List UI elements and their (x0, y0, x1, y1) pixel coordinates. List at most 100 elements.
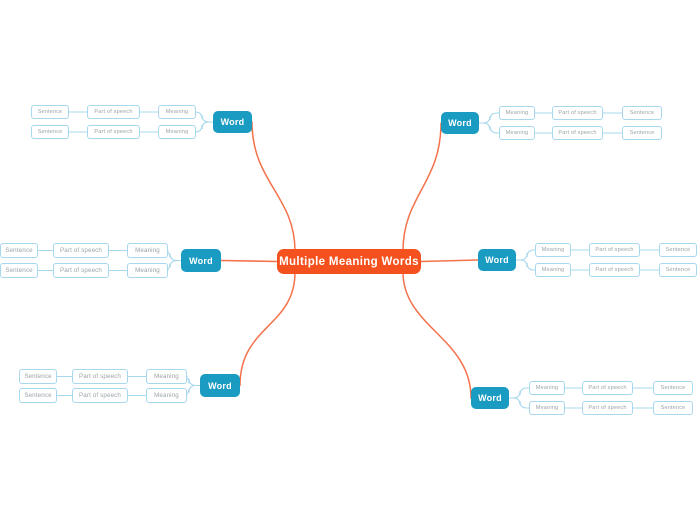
word-node-bottom-right[interactable]: Word (471, 387, 509, 409)
center-topic-node[interactable]: Multiple Meaning Words (277, 249, 421, 274)
leaf-node-meaning-label: Meaning (154, 373, 179, 380)
connector (478, 112, 500, 124)
leaf-node-meaning-label: Meaning (135, 247, 160, 254)
leaf-node-sentence[interactable]: Sentence (0, 243, 38, 258)
leaf-node-sentence-label: Sentence (5, 247, 33, 254)
leaf-node-sentence-label: Sentence (629, 130, 655, 136)
connector (402, 271, 472, 399)
connector (515, 259, 536, 271)
center-topic-node-label: Multiple Meaning Words (279, 255, 419, 268)
leaf-node-sentence[interactable]: Sentence (653, 401, 693, 415)
leaf-node-part-of-speech[interactable]: Part of speech (87, 125, 140, 139)
leaf-node-meaning[interactable]: Meaning (499, 106, 535, 120)
leaf-node-sentence[interactable]: Sentence (19, 369, 57, 384)
leaf-node-meaning-label: Meaning (541, 267, 565, 273)
word-node-bottom-right-label: Word (478, 393, 502, 403)
leaf-node-sentence[interactable]: Sentence (622, 126, 662, 140)
leaf-node-part-of-speech[interactable]: Part of speech (582, 381, 633, 395)
leaf-node-meaning[interactable]: Meaning (529, 401, 565, 415)
leaf-node-part-of-speech[interactable]: Part of speech (53, 263, 109, 278)
leaf-node-part-of-speech[interactable]: Part of speech (72, 369, 128, 384)
word-node-mid-left-label: Word (189, 255, 213, 266)
leaf-node-sentence[interactable]: Sentence (31, 125, 69, 139)
word-node-bottom-left-label: Word (208, 380, 232, 391)
leaf-node-part-of-speech[interactable]: Part of speech (552, 106, 603, 120)
leaf-node-sentence-label: Sentence (37, 109, 63, 115)
leaf-node-part-of-speech-label: Part of speech (558, 110, 597, 116)
word-node-top-left[interactable]: Word (213, 111, 252, 133)
leaf-node-part-of-speech[interactable]: Part of speech (552, 126, 603, 140)
leaf-node-part-of-speech-label: Part of speech (94, 129, 133, 135)
connector (420, 259, 479, 263)
word-node-mid-right[interactable]: Word (478, 249, 516, 271)
leaf-node-sentence[interactable]: Sentence (659, 243, 697, 257)
leaf-node-part-of-speech-label: Part of speech (94, 109, 133, 115)
leaf-node-sentence-label: Sentence (660, 405, 686, 411)
leaf-node-meaning[interactable]: Meaning (158, 105, 196, 119)
connector (239, 271, 296, 387)
leaf-node-part-of-speech[interactable]: Part of speech (582, 401, 633, 415)
leaf-node-sentence-label: Sentence (665, 267, 691, 273)
word-node-mid-left[interactable]: Word (181, 249, 221, 272)
leaf-node-meaning-label: Meaning (535, 405, 559, 411)
connector (194, 121, 214, 133)
leaf-node-sentence-label: Sentence (5, 267, 33, 274)
leaf-node-part-of-speech-label: Part of speech (60, 247, 102, 254)
leaf-node-meaning-label: Meaning (541, 247, 565, 253)
connector (194, 111, 214, 123)
mindmap-canvas: Meaning Part of speech Sentence Meaning Part… (0, 0, 697, 520)
leaf-node-part-of-speech-label: Part of speech (588, 405, 627, 411)
leaf-node-meaning-label: Meaning (505, 130, 529, 136)
leaf-node-part-of-speech-label: Part of speech (60, 267, 102, 274)
leaf-node-sentence-label: Sentence (24, 392, 52, 399)
leaf-node-sentence-label: Sentence (629, 110, 655, 116)
leaf-node-sentence[interactable]: Sentence (0, 263, 38, 278)
leaf-node-meaning[interactable]: Meaning (535, 263, 571, 277)
leaf-node-sentence-label: Sentence (660, 385, 686, 391)
leaf-node-meaning-label: Meaning (165, 109, 189, 115)
leaf-node-part-of-speech[interactable]: Part of speech (589, 263, 640, 277)
leaf-node-meaning-label: Meaning (135, 267, 160, 274)
connector (515, 249, 536, 261)
leaf-node-sentence[interactable]: Sentence (622, 106, 662, 120)
leaf-node-part-of-speech[interactable]: Part of speech (53, 243, 109, 258)
word-node-bottom-left[interactable]: Word (200, 374, 240, 397)
leaf-node-sentence-label: Sentence (665, 247, 691, 253)
leaf-node-part-of-speech-label: Part of speech (595, 247, 634, 253)
leaf-node-meaning[interactable]: Meaning (535, 243, 571, 257)
leaf-node-sentence[interactable]: Sentence (19, 388, 57, 403)
leaf-node-meaning-label: Meaning (505, 110, 529, 116)
connector (508, 397, 530, 409)
leaf-node-meaning[interactable]: Meaning (146, 369, 187, 384)
leaf-node-sentence[interactable]: Sentence (659, 263, 697, 277)
leaf-node-part-of-speech-label: Part of speech (595, 267, 634, 273)
leaf-node-meaning[interactable]: Meaning (127, 243, 168, 258)
leaf-node-sentence-label: Sentence (24, 373, 52, 380)
leaf-node-part-of-speech[interactable]: Part of speech (589, 243, 640, 257)
connector (478, 122, 500, 134)
leaf-node-part-of-speech[interactable]: Part of speech (87, 105, 140, 119)
leaf-node-meaning[interactable]: Meaning (146, 388, 187, 403)
word-node-top-left-label: Word (220, 117, 245, 127)
leaf-node-part-of-speech-label: Part of speech (79, 373, 121, 380)
leaf-node-part-of-speech-label: Part of speech (79, 392, 121, 399)
word-node-top-right-label: Word (448, 118, 472, 128)
leaf-node-meaning-label: Meaning (154, 392, 179, 399)
leaf-node-meaning[interactable]: Meaning (158, 125, 196, 139)
connector (251, 121, 296, 252)
connector (508, 387, 530, 399)
leaf-node-part-of-speech[interactable]: Part of speech (72, 388, 128, 403)
leaf-node-meaning-label: Meaning (165, 129, 189, 135)
leaf-node-sentence[interactable]: Sentence (653, 381, 693, 395)
leaf-node-meaning-label: Meaning (535, 385, 559, 391)
word-node-mid-right-label: Word (485, 255, 509, 265)
leaf-node-part-of-speech-label: Part of speech (588, 385, 627, 391)
leaf-node-sentence[interactable]: Sentence (31, 105, 69, 119)
leaf-node-meaning[interactable]: Meaning (529, 381, 565, 395)
connector (402, 122, 442, 252)
word-node-top-right[interactable]: Word (441, 112, 479, 134)
connector (220, 259, 278, 263)
leaf-node-meaning[interactable]: Meaning (499, 126, 535, 140)
leaf-node-sentence-label: Sentence (37, 129, 63, 135)
leaf-node-meaning[interactable]: Meaning (127, 263, 168, 278)
